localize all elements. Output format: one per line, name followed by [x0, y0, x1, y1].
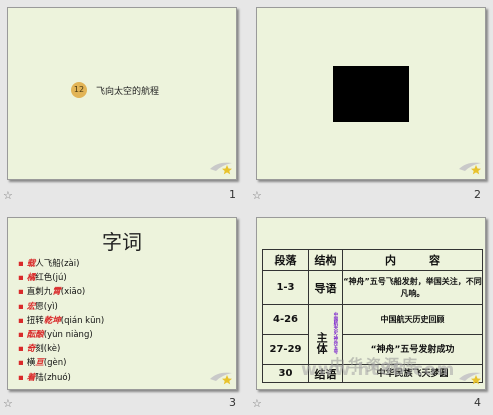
slide-thumbnail-2[interactable] [256, 7, 486, 180]
bullet-icon: ▪ [18, 259, 24, 269]
highlighted-word: 宏 [26, 301, 36, 312]
table-header-row: 段落 结构 内 容 [262, 249, 483, 271]
bullet-icon: ▪ [18, 358, 24, 369]
slide-strip-1: ☆ 1 [3, 187, 248, 207]
cell-struct: 导语 [308, 270, 343, 305]
bullet-icon: ▪ [18, 344, 24, 355]
bullet-icon: ▪ [18, 301, 24, 312]
header-struct: 结构 [308, 249, 343, 271]
slide-heading: 字词 [102, 230, 142, 254]
highlighted-word: 亘 [35, 358, 44, 369]
swoosh-star-icon [459, 372, 481, 385]
vocab-list: ▪ 载人飞船(zài) ▪ 橘红色(jú) ▪ 直刺九霄(xiāo) ▪ 宏愿(yì) ▪ 扭转乾… [18, 257, 104, 385]
vocab-text: 扭转 [26, 315, 44, 326]
slide-strip-3: ☆ 3 [3, 395, 248, 415]
star-icon[interactable]: ☆ [252, 397, 262, 410]
vocab-item: ▪ 扭转乾坤(qián kūn) [18, 314, 104, 328]
star-icon[interactable]: ☆ [3, 189, 13, 202]
header-content: 内 容 [342, 249, 483, 271]
table-row: 1-3 导语 “神舟”五号飞船发射，举国关注，不同凡响。 [262, 270, 483, 305]
vocab-item: ▪ 着陆(zhuó) [18, 371, 104, 385]
star-icon[interactable]: ☆ [3, 397, 13, 410]
vocab-text: 愿(yì) [35, 301, 58, 312]
slide-number: 2 [474, 188, 481, 201]
bullet-icon: ▪ [18, 273, 24, 284]
bullet-icon: ▪ [18, 372, 24, 383]
vocab-text: (gèn) [43, 358, 67, 369]
cell-para: 1-3 [262, 270, 309, 305]
header-para: 段落 [262, 249, 309, 271]
swoosh-star-icon [210, 162, 232, 175]
highlighted-word: 载 [26, 259, 36, 269]
table-row: 4-26 主体 中国航天史·神舟五号 中国航天历史回顾 [262, 304, 483, 365]
cell-content: 中国航天历史回顾 [342, 304, 483, 335]
vocab-item: ▪ 酝酿(yùn niàng) [18, 328, 104, 342]
highlighted-word: 酝酿 [26, 330, 44, 341]
slide-number: 1 [229, 188, 236, 201]
swoosh-star-icon [459, 162, 481, 175]
vocab-item: ▪ 奇刻(kè) [18, 342, 104, 356]
vocab-text: 人飞船(zài) [35, 259, 80, 269]
slide-number: 3 [229, 396, 236, 409]
bullet-icon: ▪ [18, 287, 24, 298]
star-icon[interactable]: ☆ [252, 189, 262, 202]
vocab-item: ▪ 载人飞船(zài) [18, 257, 104, 271]
lesson-number-badge: 12 [71, 82, 87, 98]
vocab-text: 直刺九 [26, 287, 53, 298]
slide-strip-4: ☆ 4 [252, 395, 493, 415]
slide-thumbnail-1[interactable]: 12 飞向太空的航程 [7, 7, 237, 180]
bullet-icon: ▪ [18, 315, 24, 326]
cell-content: “神舟”五号飞船发射，举国关注，不同凡响。 [342, 270, 483, 305]
slide-number: 4 [474, 396, 481, 409]
vocab-item: ▪ 横亘(gèn) [18, 356, 104, 370]
bullet-icon: ▪ [18, 330, 24, 341]
vocab-item: ▪ 宏愿(yì) [18, 300, 104, 314]
highlighted-word: 橘 [26, 273, 36, 284]
vocab-text: (yùn niàng) [43, 330, 93, 341]
cell-para: 4-26 [262, 304, 309, 335]
swoosh-star-icon [210, 372, 232, 385]
vocab-text: (qián kūn) [60, 315, 105, 326]
vocab-text: 横 [26, 358, 36, 369]
vocab-text: 红色(jú) [35, 273, 67, 284]
vocab-item: ▪ 橘红色(jú) [18, 271, 104, 285]
struct-label: 主体 [315, 332, 329, 355]
vocab-text: 陆(zhuó) [35, 372, 71, 383]
side-note: 中国航天史·神舟五号 [332, 311, 338, 355]
highlighted-word: 乾坤 [43, 315, 61, 326]
video-placeholder [333, 66, 409, 122]
highlighted-word: 奇 [26, 344, 36, 355]
slide-thumbnail-3[interactable]: 字词 ▪ 载人飞船(zài) ▪ 橘红色(jú) ▪ 直刺九霄(xiāo) ▪ 宏愿(yì) ▪… [7, 217, 237, 390]
vocab-item: ▪ 直刺九霄(xiāo) [18, 285, 104, 299]
vocab-text: (xiāo) [60, 287, 86, 298]
vocab-text: 刻(kè) [35, 344, 61, 355]
highlighted-word: 霄 [52, 287, 61, 298]
watermark-url: www.ht88.com [301, 360, 456, 380]
lesson-title: 飞向太空的航程 [96, 87, 160, 97]
highlighted-word: 着 [26, 372, 36, 383]
slide-strip-2: ☆ 2 [252, 187, 493, 207]
